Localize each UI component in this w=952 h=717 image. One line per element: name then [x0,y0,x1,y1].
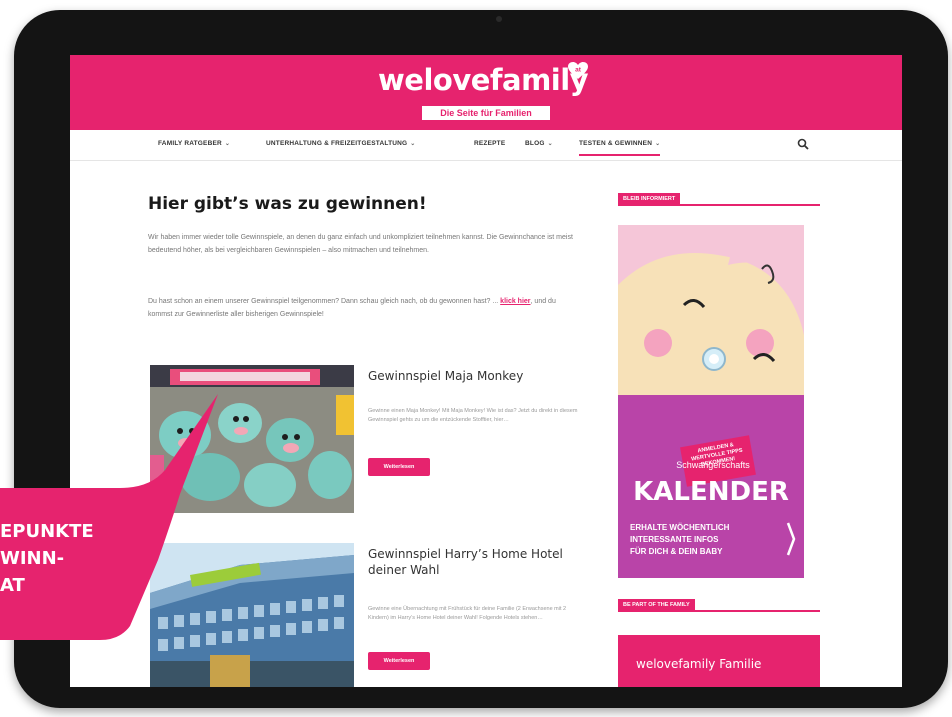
ad-text-line: FÜR DICH & DEIN BABY [630,547,723,556]
chevron-down-icon: ⌄ [655,141,661,147]
intro-paragraph: Wir haben immer wieder tolle Gewinnspiel… [148,234,573,254]
nav-item-rezepte[interactable]: REZEPTE [474,140,505,147]
site-header: welovefamily at Die Seite für Familien [70,55,902,130]
nav-item-label: TESTEN & GEWINNEN [579,140,653,147]
page-title: Hier gibt’s was zu gewinnen! [148,194,427,214]
ad-text-line: INTERESSANTE INFOS [630,535,719,544]
callout-text-line: EPUNKTE [0,521,94,542]
sidebar-divider [618,204,820,206]
search-icon[interactable] [797,138,809,150]
nav-item-family-ratgeber[interactable]: FAMILY RATGEBER ⌄ [158,140,230,147]
callout-text-line: AT [0,575,25,596]
read-more-button[interactable]: Weiterlesen [368,458,430,476]
chevron-down-icon: ⌄ [410,141,416,147]
site-tagline: Die Seite für Familien [422,106,550,120]
tablet-camera [496,16,502,22]
chevron-down-icon: ⌄ [224,141,231,147]
winner-paragraph: Du hast schon an einem unserer Gewinnspi… [148,295,578,321]
website-screen: welovefamily at Die Seite für Familien F… [70,55,902,687]
ad-title: KALENDER [633,477,789,507]
nav-item-label: BLOG [525,140,545,147]
post-thumbnail-harrys-home[interactable] [150,543,354,687]
nav-item-unterhaltung[interactable]: UNTERHALTUNG & FREIZEITGESTALTUNG ⌄ [266,140,416,147]
logo-badge-text: at [575,67,582,74]
family-box-title: welovefamily Familie [636,657,762,671]
ad-text-line: ERHALTE WÖCHENTLICH [630,523,730,532]
plush-toys-image [150,365,354,513]
post-title[interactable]: Gewinnspiel Maja Monkey [368,368,588,384]
post-title[interactable]: Gewinnspiel Harry’s Home Hotel deiner Wa… [368,546,588,578]
site-logo[interactable]: welovefamily [378,63,589,97]
nav-item-label: UNTERHALTUNG & FREIZEITGESTALTUNG [266,140,408,147]
callout-text-line: WINN- [0,548,65,569]
post-excerpt: Gewinne einen Maja Monkey! Mit Maja Monk… [368,408,578,423]
nav-item-label: FAMILY RATGEBER [158,140,222,147]
ad-subtitle: Schwangerschafts [676,460,750,470]
hotel-building-image [150,543,354,687]
main-nav: FAMILY RATGEBER ⌄ UNTERHALTUNG & FREIZEIT… [70,130,902,161]
winner-list-link[interactable]: klick hier [500,298,530,305]
chevron-down-icon: ⌄ [547,141,553,147]
nav-item-blog[interactable]: BLOG ⌄ [525,140,553,147]
post-excerpt: Gewinne eine Übernachtung mit Frühstück … [368,606,567,621]
winner-text: Du hast schon an einem unserer Gewinnspi… [148,298,499,305]
heart-logo-icon: at [568,62,588,79]
read-more-button[interactable]: Weiterlesen [368,652,430,670]
nav-item-testen-gewinnen[interactable]: TESTEN & GEWINNEN ⌄ [579,140,661,156]
chevron-right-icon [786,522,796,556]
nav-item-label: REZEPTE [474,140,506,147]
post-thumbnail-maja-monkey[interactable] [150,365,354,513]
sidebar-divider [618,610,820,612]
